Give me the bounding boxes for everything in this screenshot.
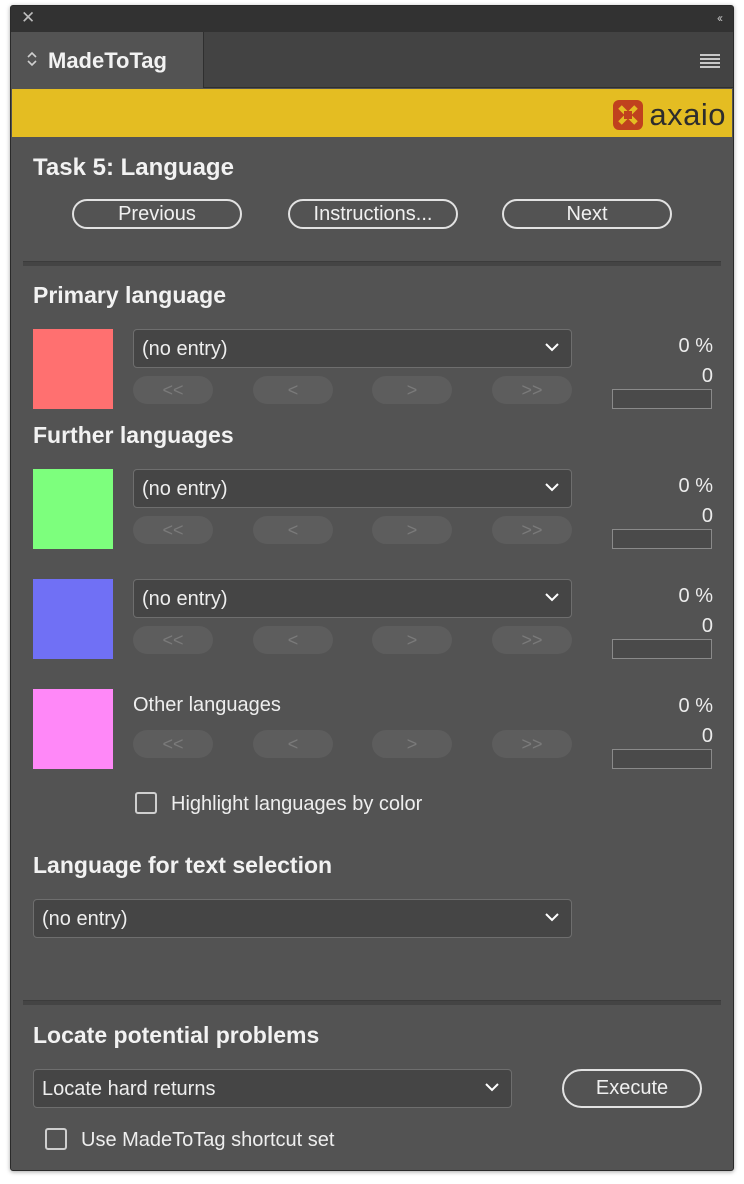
axaio-logo: axaio — [611, 97, 726, 132]
primary-last-button[interactable]: >> — [492, 376, 572, 404]
other-count: 0 — [701, 725, 713, 747]
next-button[interactable]: Next — [502, 199, 672, 229]
selection-language-select[interactable]: (no entry) — [33, 899, 572, 938]
primary-progress-bar — [612, 389, 712, 409]
problems-select[interactable]: Locate hard returns — [33, 1069, 512, 1108]
primary-prev-button[interactable]: < — [253, 376, 333, 404]
primary-count: 0 — [701, 365, 713, 387]
further-1-first-button[interactable]: << — [133, 516, 213, 544]
further-1-progress-bar — [612, 529, 712, 549]
panel-menu-icon[interactable] — [700, 54, 720, 68]
madetotag-panel: ✕ ‹‹ MadeToTag axaio Task 5: Language Pr… — [10, 5, 734, 1171]
primary-percent: 0 % — [678, 335, 713, 357]
further-language-1-select[interactable]: (no entry) — [133, 469, 572, 508]
further-1-percent: 0 % — [678, 475, 713, 497]
primary-next-button[interactable]: > — [372, 376, 452, 404]
other-prev-button[interactable]: < — [253, 730, 333, 758]
selection-language-value: (no entry) — [42, 908, 128, 930]
primary-language-heading: Primary language — [33, 282, 227, 308]
updown-chevron-icon — [26, 50, 38, 71]
axaio-logo-mark-icon — [613, 100, 644, 130]
problems-select-value: Locate hard returns — [42, 1078, 216, 1100]
other-first-button[interactable]: << — [133, 730, 213, 758]
other-languages-swatch — [33, 689, 113, 769]
task-title: Task 5: Language — [33, 154, 234, 181]
tab-title: MadeToTag — [48, 48, 167, 73]
tab-madetotag[interactable]: MadeToTag — [11, 32, 204, 88]
instructions-button[interactable]: Instructions... — [288, 199, 458, 229]
chevron-down-icon — [485, 1083, 499, 1092]
panel-titlebar: ✕ ‹‹ — [11, 6, 733, 32]
further-1-count: 0 — [701, 505, 713, 527]
further-2-prev-button[interactable]: < — [253, 626, 333, 654]
other-percent: 0 % — [678, 695, 713, 717]
execute-button[interactable]: Execute — [562, 1069, 702, 1108]
further-2-progress-bar — [612, 639, 712, 659]
further-1-prev-button[interactable]: < — [253, 516, 333, 544]
further-language-2-select[interactable]: (no entry) — [133, 579, 572, 618]
chevron-down-icon — [545, 483, 559, 492]
other-progress-bar — [612, 749, 712, 769]
further-language-2-value: (no entry) — [142, 588, 228, 610]
further-2-percent: 0 % — [678, 585, 713, 607]
primary-language-value: (no entry) — [142, 338, 228, 360]
previous-button[interactable]: Previous — [72, 199, 242, 229]
divider — [23, 261, 721, 266]
selection-language-heading: Language for text selection — [33, 852, 333, 878]
highlight-languages-checkbox[interactable] — [135, 792, 157, 814]
problems-heading: Locate potential problems — [33, 1022, 320, 1048]
panel-tabbar: MadeToTag — [11, 32, 733, 88]
collapse-panel-icon[interactable]: ‹‹ — [717, 11, 723, 25]
further-languages-heading: Further languages — [33, 422, 234, 448]
close-icon[interactable]: ✕ — [21, 9, 35, 27]
shortcut-set-checkbox[interactable] — [45, 1128, 67, 1150]
further-language-2-swatch — [33, 579, 113, 659]
chevron-down-icon — [545, 593, 559, 602]
further-2-next-button[interactable]: > — [372, 626, 452, 654]
further-language-1-swatch — [33, 469, 113, 549]
chevron-down-icon — [545, 343, 559, 352]
further-1-next-button[interactable]: > — [372, 516, 452, 544]
other-languages-label: Other languages — [133, 694, 281, 716]
primary-language-swatch — [33, 329, 113, 409]
other-next-button[interactable]: > — [372, 730, 452, 758]
further-2-last-button[interactable]: >> — [492, 626, 572, 654]
divider — [23, 1000, 721, 1005]
chevron-down-icon — [545, 913, 559, 922]
primary-language-select[interactable]: (no entry) — [133, 329, 572, 368]
axaio-logo-text: axaio — [649, 97, 726, 132]
further-language-1-value: (no entry) — [142, 478, 228, 500]
further-2-count: 0 — [701, 615, 713, 637]
shortcut-set-label: Use MadeToTag shortcut set — [81, 1129, 335, 1151]
other-last-button[interactable]: >> — [492, 730, 572, 758]
highlight-languages-label: Highlight languages by color — [171, 793, 423, 815]
primary-first-button[interactable]: << — [133, 376, 213, 404]
further-2-first-button[interactable]: << — [133, 626, 213, 654]
further-1-last-button[interactable]: >> — [492, 516, 572, 544]
brand-bar: axaio — [12, 89, 732, 137]
